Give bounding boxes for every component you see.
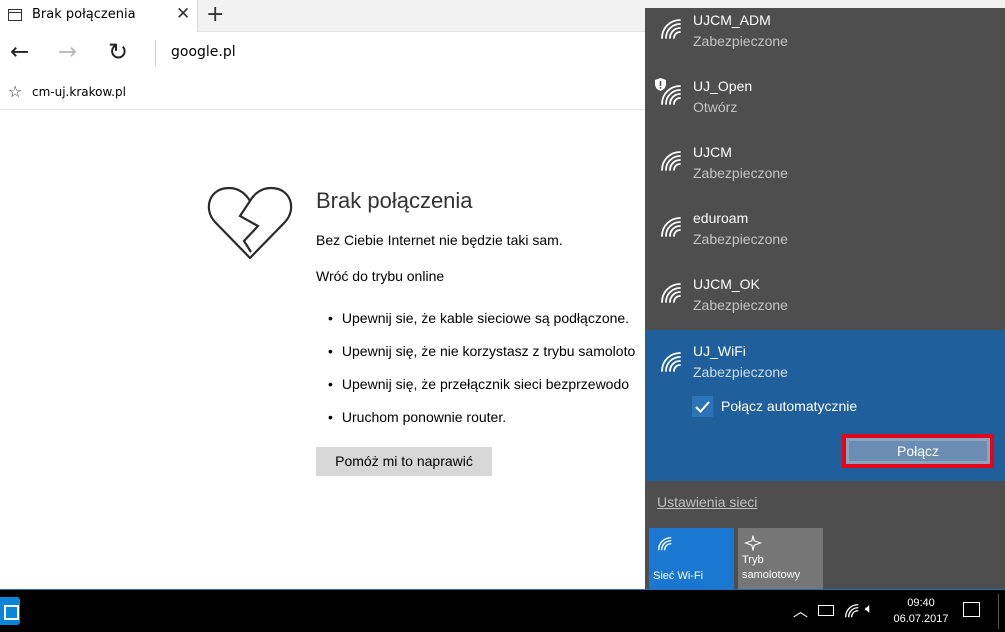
clock-time: 09:40 [907,597,935,609]
clock-date: 06.07.2017 [893,613,949,625]
address-bar[interactable]: google.pl [171,44,236,60]
wifi-quick-label: Sieć Wi-Fi [653,570,704,582]
network-item-uj-open[interactable]: UJ_Open Otwórz [645,74,1005,140]
favorite-link[interactable]: cm-uj.krakow.pl [32,85,126,99]
browser-tab[interactable]: Brak połączenia ✕ [0,0,198,32]
error-subtitle: Bez Ciebie Internet nie będzie taki sam. [316,232,563,248]
refresh-icon[interactable]: ↻ [108,40,128,64]
network-status: Otwórz [693,99,738,115]
checkmark-icon [695,401,710,413]
airplane-quick-label: Tryb samolotowy [742,554,801,581]
shield-warning-icon [655,78,666,91]
notification-center-icon[interactable] [963,602,980,617]
address-divider [155,40,156,66]
close-tab-icon[interactable]: ✕ [176,4,190,24]
wifi-icon [661,19,681,39]
network-item-ujcm[interactable]: UJCM Zabezpieczone [645,140,1005,206]
back-icon[interactable]: ← [10,40,29,64]
tip-item: Uruchom ponownie router. [328,409,635,442]
chevron-up-icon[interactable]: ︿ [793,600,808,621]
tab-title: Brak połączenia [32,7,136,22]
network-name: UJCM_OK [693,276,760,292]
wifi-icon [661,151,681,171]
network-name: eduroam [693,210,749,226]
wifi-icon [661,283,681,303]
network-item-ujcm-adm[interactable]: UJCM_ADM Zabezpieczone [645,8,1005,74]
tip-item: Upewnij się, że przełącznik sieci bezprz… [328,376,635,409]
wifi-tray-icon[interactable] [842,601,860,619]
wifi-quick-action[interactable]: Sieć Wi-Fi [649,528,734,589]
network-status: Zabezpieczone [693,165,788,181]
tip-item: Upewnij się, że nie korzystasz z trybu s… [328,343,635,376]
network-status: Zabezpieczone [693,364,788,380]
network-status: Zabezpieczone [693,33,788,49]
online-heading: Wróć do trybu online [316,268,445,284]
network-item-eduroam[interactable]: eduroam Zabezpieczone [645,206,1005,272]
wifi-icon [658,537,672,551]
connect-button[interactable]: Połącz [842,434,994,468]
network-settings-link[interactable]: Ustawienia sieci [657,494,757,510]
battery-icon[interactable] [818,605,834,616]
network-status: Zabezpieczone [693,231,788,247]
show-desktop-button[interactable] [998,594,999,629]
network-name: UJCM [693,144,732,160]
page-icon [8,9,22,21]
taskbar-app-icon[interactable] [0,597,20,625]
volume-icon[interactable]: 🔈︎ [865,601,873,617]
wifi-icon [661,352,681,372]
network-name: UJCM_ADM [693,12,771,28]
network-name: UJ_WiFi [693,343,746,359]
network-flyout: UJCM_ADM Zabezpieczone UJ_Open Otwórz UJ… [645,8,1005,589]
fix-it-button[interactable]: Pomóż mi to naprawić [316,447,492,476]
star-icon: ☆ [8,82,23,101]
broken-heart-icon [207,186,293,260]
network-item-uj-wifi[interactable]: UJ_WiFi Zabezpieczone Połącz automatyczn… [645,330,1005,481]
connect-button-label: Połącz [849,441,987,461]
network-status: Zabezpieczone [693,297,788,313]
forward-icon[interactable]: → [58,40,77,64]
error-title: Brak połączenia [316,188,473,213]
taskbar: ︿ 🔈︎ 09:40 06.07.2017 [0,589,1005,632]
wifi-icon [661,217,681,237]
auto-connect-label: Połącz automatycznie [721,398,858,414]
clock[interactable]: 09:40 06.07.2017 [888,595,954,627]
auto-connect-checkbox[interactable] [692,396,713,417]
tips-list: Upewnij sie, że kable sieciowe są podłąc… [328,310,635,442]
airplane-mode-quick-action[interactable]: Tryb samolotowy [738,528,823,589]
tip-item: Upewnij sie, że kable sieciowe są podłąc… [328,310,635,343]
network-item-ujcm-ok[interactable]: UJCM_OK Zabezpieczone [645,272,1005,338]
network-name: UJ_Open [693,78,753,94]
airplane-icon [744,535,762,551]
new-tab-button[interactable]: + [206,2,224,27]
